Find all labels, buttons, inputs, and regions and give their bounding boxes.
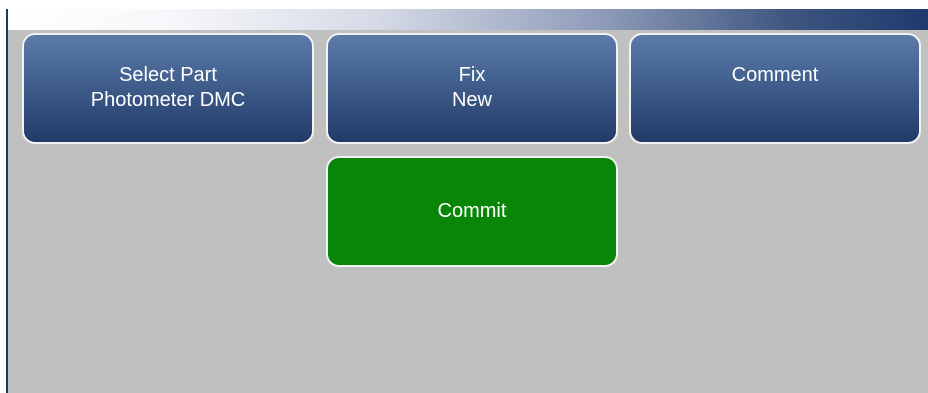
title-bar <box>8 9 928 30</box>
select-part-label: Select Part <box>119 64 217 86</box>
fix-button[interactable]: Fix New <box>326 33 618 144</box>
comment-label: Comment <box>731 64 819 86</box>
fix-label: Fix <box>458 64 486 86</box>
fix-value: New <box>451 89 492 111</box>
select-part-button[interactable]: Select Part Photometer DMC <box>22 33 314 144</box>
comment-button[interactable]: Comment <box>629 33 921 144</box>
touch-screen: Select Part Photometer DMC Fix New Comme… <box>6 9 928 393</box>
commit-label: Commit <box>437 200 507 222</box>
commit-button[interactable]: Commit <box>326 156 618 267</box>
selected-part-value: Photometer DMC <box>90 89 246 111</box>
